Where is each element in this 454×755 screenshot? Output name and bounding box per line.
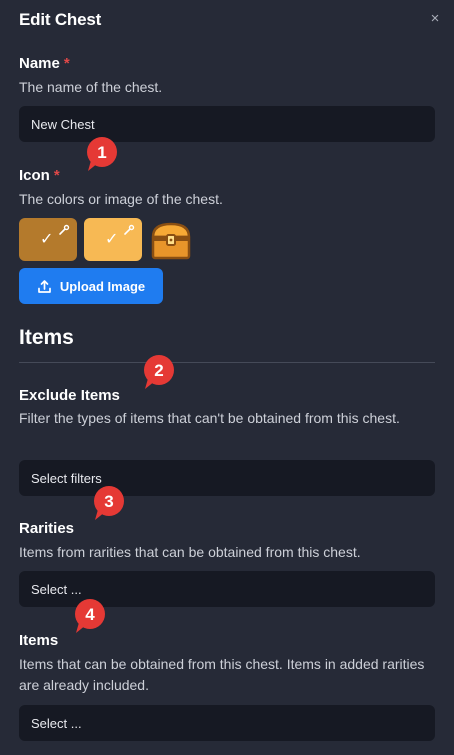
- annotation-badge-1: 1: [87, 137, 117, 171]
- section-divider: [19, 362, 435, 363]
- close-icon[interactable]: ×: [426, 10, 444, 28]
- eyedropper-icon[interactable]: [58, 224, 70, 236]
- icon-description: The colors or image of the chest.: [19, 191, 223, 207]
- color-swatch-dark[interactable]: ✓: [19, 218, 77, 261]
- eyedropper-icon[interactable]: [123, 224, 135, 236]
- items-section-title: Items: [19, 326, 74, 349]
- annotation-number: 3: [104, 492, 113, 511]
- required-mark: *: [63, 55, 70, 72]
- exclude-items-label: Exclude Items: [19, 387, 120, 404]
- required-mark: *: [53, 167, 60, 184]
- annotation-badge-2: 2: [144, 355, 174, 389]
- exclude-items-select[interactable]: Select filters: [19, 460, 435, 496]
- icon-label-text: Icon: [19, 167, 50, 184]
- items-description: Items that can be obtained from this che…: [19, 656, 425, 693]
- upload-image-button[interactable]: Upload Image: [19, 268, 163, 304]
- annotation-number: 2: [154, 361, 163, 380]
- check-icon: ✓: [40, 231, 54, 248]
- upload-image-label: Upload Image: [59, 278, 146, 294]
- color-swatch-light[interactable]: ✓: [84, 218, 142, 261]
- annotation-number: 4: [85, 605, 95, 624]
- rarities-description: Items from rarities that can be obtained…: [19, 544, 361, 560]
- items-label: Items: [19, 632, 59, 649]
- rarities-label: Rarities: [19, 520, 75, 537]
- name-label: Name *: [19, 55, 70, 72]
- annotation-badge-4: 4: [75, 599, 105, 633]
- check-icon: ✓: [105, 231, 119, 248]
- exclude-items-description: Filter the types of items that can't be …: [19, 410, 400, 426]
- annotation-badge-3: 3: [94, 486, 124, 520]
- chest-icon[interactable]: [149, 221, 193, 261]
- name-label-text: Name: [19, 55, 60, 72]
- annotation-number: 1: [97, 143, 106, 162]
- upload-icon: [38, 279, 51, 293]
- dialog-title: Edit Chest: [19, 10, 102, 29]
- name-description: The name of the chest.: [19, 79, 163, 95]
- icon-label: Icon *: [19, 167, 60, 184]
- items-select[interactable]: Select ...: [19, 705, 435, 741]
- edit-chest-panel: Edit Chest × Name * The name of the chest…: [0, 0, 454, 755]
